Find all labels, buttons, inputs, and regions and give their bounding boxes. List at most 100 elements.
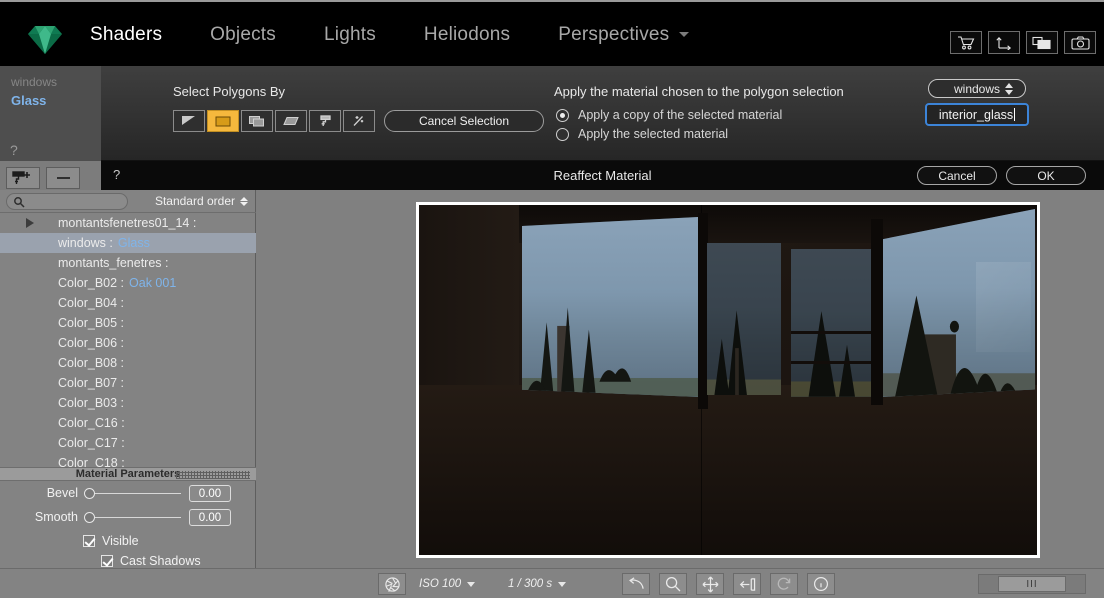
info-icon[interactable] (807, 573, 835, 595)
checkbox-icon[interactable] (83, 535, 95, 547)
paint-roller-icon[interactable] (309, 110, 341, 132)
chevron-down-icon[interactable] (467, 581, 476, 587)
view-size-slider[interactable]: III (978, 574, 1086, 594)
tree-item-label: Color_B04 : (58, 296, 125, 310)
table-row[interactable]: Color_B04 : (0, 293, 256, 313)
text-cursor (1014, 108, 1016, 121)
material-parameters-divider[interactable]: Material Parameters (0, 467, 256, 481)
table-row[interactable]: windows : Glass (0, 233, 256, 253)
tree-item-material: Glass (117, 236, 150, 250)
radio-apply-copy[interactable]: Apply a copy of the selected material (556, 108, 782, 122)
chevron-down-icon[interactable] (558, 581, 567, 587)
material-preview-title: windows (11, 75, 58, 89)
checkbox-icon[interactable] (101, 555, 113, 567)
chevron-down-icon[interactable] (679, 32, 690, 37)
rectangle-select-icon[interactable] (207, 110, 239, 132)
iso-label: ISO 100 (419, 578, 462, 590)
stepper-arrows-icon[interactable] (240, 196, 248, 206)
tree-item-label: Color_B02 : (58, 276, 125, 290)
table-row[interactable]: Color_B07 : (0, 373, 256, 393)
tree-item-label: windows : (58, 236, 113, 250)
table-row[interactable]: montants_fenetres : (0, 253, 256, 273)
table-row[interactable]: Color_B06 : (0, 333, 256, 353)
material-set-dropdown[interactable]: windows (928, 79, 1026, 98)
application-window: Shaders Objects Lights Heliodons Perspec… (0, 0, 1104, 598)
help-icon[interactable]: ? (10, 142, 18, 158)
menu-item-lights[interactable]: Lights (324, 24, 376, 46)
radio-apply-selected[interactable]: Apply the selected material (556, 127, 728, 141)
export-icon[interactable] (733, 573, 761, 595)
window-mullion (791, 361, 871, 364)
radio-label: Apply a copy of the selected material (578, 108, 783, 122)
resize-grip-icon[interactable] (176, 471, 250, 479)
dropdown-value: windows (953, 81, 1001, 96)
undo-icon[interactable] (622, 573, 650, 595)
menu-item-heliodons[interactable]: Heliodons (424, 24, 510, 46)
table-row[interactable]: Color_B05 : (0, 313, 256, 333)
triangle-select-icon[interactable] (173, 110, 205, 132)
smooth-slider[interactable] (84, 511, 184, 523)
tree-item-label: Color_C17 : (58, 436, 125, 450)
layers-select-icon[interactable] (241, 110, 273, 132)
surface-select-icon[interactable] (275, 110, 307, 132)
table-row[interactable]: Color_B02 : Oak 001 (0, 273, 256, 293)
menu-label: Perspectives (558, 24, 670, 45)
bevel-value[interactable]: 0.00 (189, 485, 231, 502)
magic-wand-icon[interactable] (343, 110, 375, 132)
bevel-slider[interactable] (84, 487, 184, 499)
window-pane-selected-4[interactable] (883, 209, 1035, 397)
aperture-icon[interactable] (378, 573, 406, 595)
zoom-icon[interactable] (659, 573, 687, 595)
cast-shadows-checkbox[interactable]: Cast Shadows (101, 554, 201, 568)
windows-stack-icon[interactable] (1026, 31, 1058, 54)
window-pane-3[interactable] (791, 249, 871, 397)
axis-arrow-icon[interactable] (988, 31, 1020, 54)
cast-shadows-label: Cast Shadows (120, 554, 201, 568)
material-name-input[interactable]: interior_glass (925, 103, 1029, 126)
menu-item-objects[interactable]: Objects (210, 24, 276, 46)
table-row[interactable]: Color_B03 : (0, 393, 256, 413)
left-footer (0, 568, 256, 598)
menu-item-shaders[interactable]: Shaders (90, 24, 162, 46)
menu-label: Lights (324, 24, 376, 45)
iso-setting[interactable]: ISO 100 (419, 578, 476, 590)
diamond-logo (28, 24, 62, 54)
cancel-button[interactable]: Cancel (917, 166, 997, 185)
radio-button[interactable] (556, 108, 569, 122)
remove-material-button[interactable] (46, 167, 80, 189)
menu-label: Heliodons (423, 24, 511, 45)
tree-item-label: Color_C16 : (58, 416, 125, 430)
glass-reflection (976, 261, 1031, 352)
shutter-setting[interactable]: 1 / 300 s (508, 578, 567, 590)
cancel-selection-button[interactable]: Cancel Selection (384, 110, 544, 132)
table-row[interactable]: Color_C17 : (0, 433, 256, 453)
cart-icon[interactable] (950, 31, 982, 54)
move-icon[interactable] (696, 573, 724, 595)
sort-order-dropdown[interactable]: Standard order (155, 194, 248, 208)
table-row[interactable]: montantsfenetres01_14 : (0, 213, 256, 233)
smooth-value[interactable]: 0.00 (189, 509, 231, 526)
slider-thumb[interactable]: III (998, 576, 1066, 592)
window-pane-selected-1[interactable] (522, 217, 698, 397)
refresh-icon[interactable] (770, 573, 798, 595)
camera-icon[interactable] (1064, 31, 1096, 54)
paint-roller-plus-icon[interactable] (6, 167, 40, 189)
radio-label: Apply the selected material (578, 127, 729, 141)
stepper-arrows-icon[interactable] (1005, 83, 1013, 95)
table-row[interactable]: Color_C16 : (0, 413, 256, 433)
window-pane-2[interactable] (707, 243, 781, 395)
main-menu: Shaders Objects Lights Heliodons Perspec… (90, 2, 737, 68)
visible-checkbox[interactable]: Visible (83, 534, 139, 548)
search-input[interactable] (6, 193, 128, 210)
viewport-area[interactable] (256, 190, 1104, 568)
render-preview[interactable] (416, 202, 1040, 558)
radio-button[interactable] (556, 127, 569, 141)
table-row[interactable]: Color_B08 : (0, 353, 256, 373)
menu-item-perspectives[interactable]: Perspectives (558, 24, 690, 46)
minus-icon (56, 177, 70, 179)
ok-button[interactable]: OK (1006, 166, 1086, 185)
disclosure-triangle-icon[interactable] (26, 218, 34, 228)
tree-item-label: Color_B03 : (58, 396, 125, 410)
interior-scene (419, 205, 1037, 555)
material-preview-panel: windows Glass ? (0, 66, 101, 161)
